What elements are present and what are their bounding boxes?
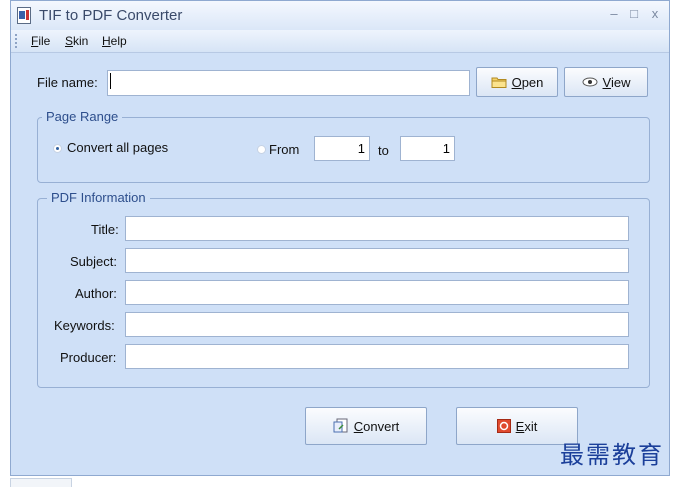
exit-label: Exit xyxy=(515,418,538,434)
maximize-button[interactable]: □ xyxy=(627,6,641,21)
view-button[interactable]: View xyxy=(564,67,648,97)
menu-help[interactable]: Help xyxy=(102,34,127,48)
subject-label: Subject: xyxy=(70,254,117,269)
convert-icon xyxy=(333,418,348,433)
close-button[interactable]: x xyxy=(648,6,662,21)
watermark-logo: 最需教育 xyxy=(560,441,664,469)
file-name-label: File name: xyxy=(37,75,98,90)
keywords-input[interactable] xyxy=(125,312,629,337)
menu-skin[interactable]: Skin xyxy=(65,34,88,48)
from-radio[interactable] xyxy=(257,145,266,154)
convert-all-label[interactable]: Convert all pages xyxy=(67,140,168,155)
pdf-info-title: PDF Information xyxy=(47,190,150,205)
open-label: Open xyxy=(511,74,544,90)
keywords-label: Keywords: xyxy=(54,318,115,333)
convert-button[interactable]: Convert xyxy=(305,407,427,445)
title-input[interactable] xyxy=(125,216,629,241)
convert-label: Convert xyxy=(353,418,400,434)
minimize-button[interactable]: – xyxy=(607,6,621,21)
menu-file[interactable]: File xyxy=(31,34,50,48)
author-input[interactable] xyxy=(125,280,629,305)
title-label: Title: xyxy=(91,222,119,237)
app-window: TIF to PDF Converter – □ x File Skin Hel… xyxy=(10,0,670,476)
menu-grip-icon xyxy=(15,34,19,48)
open-button[interactable]: Open xyxy=(476,67,558,97)
subject-input[interactable] xyxy=(125,248,629,273)
author-label: Author: xyxy=(75,286,117,301)
from-label[interactable]: From xyxy=(269,142,299,157)
exit-icon xyxy=(496,419,511,433)
convert-all-radio[interactable] xyxy=(53,144,62,153)
text-caret xyxy=(110,73,111,89)
producer-label: Producer: xyxy=(60,350,117,365)
folder-icon xyxy=(491,77,507,88)
producer-input[interactable] xyxy=(125,344,629,369)
app-icon xyxy=(17,7,31,24)
to-label: to xyxy=(378,143,389,158)
view-label: View xyxy=(602,74,631,90)
to-page-input[interactable] xyxy=(400,136,455,161)
menu-bar: File Skin Help xyxy=(11,30,669,53)
taskbar-stub xyxy=(10,478,72,487)
from-page-input[interactable] xyxy=(314,136,370,161)
file-name-input[interactable] xyxy=(107,70,470,96)
eye-icon xyxy=(582,77,598,87)
window-title: TIF to PDF Converter xyxy=(39,7,183,24)
page-range-title: Page Range xyxy=(42,109,123,124)
title-bar: TIF to PDF Converter – □ x xyxy=(11,1,669,30)
